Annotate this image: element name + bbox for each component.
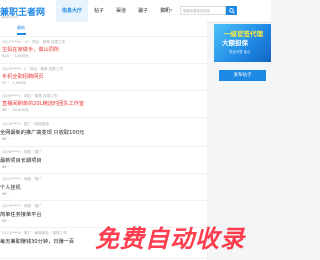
promo-banner[interactable]: 一级官签代理 大额担保 安全可靠 省心 xyxy=(214,24,271,62)
search-input[interactable]: 搜索你要找的信息 xyxy=(180,6,226,15)
list-item-info: ¥8 · · xyxy=(2,219,12,223)
nav-item-channels[interactable]: 渠道 xyxy=(110,0,132,22)
nav-item-scammers[interactable]: 骗子 xyxy=(132,0,154,22)
list-item-title[interactable]: 宝妈在家做手，做山同所 xyxy=(2,46,59,53)
list-item-title[interactable]: 手机全职招聘网页 xyxy=(2,73,44,80)
list-item-meta: QQ:6****3 · 网络 · 推广 xyxy=(2,150,42,154)
list-item-title[interactable]: 每天兼职赚钱30分钟，日赚一百 xyxy=(0,238,74,245)
list-item-title[interactable]: 简单任务接单平台 xyxy=(0,211,42,218)
list-item-meta: QQ:9****7 · 网络 · 推广 xyxy=(2,204,42,208)
search-button[interactable] xyxy=(226,6,237,15)
list-item-title[interactable]: 全网最新的推广高变现 只收取100元 xyxy=(0,129,84,136)
list-item-title[interactable]: 最新项目长期项目 xyxy=(0,157,42,164)
region-select[interactable]: 全部 ▼ xyxy=(160,7,172,13)
promo-banner-subheadline: 大额担保 xyxy=(222,39,248,47)
search-icon xyxy=(228,7,235,14)
nav-item-posts[interactable]: 帖子 xyxy=(88,0,110,22)
tab-latest[interactable]: 最新 xyxy=(17,25,25,31)
list-item[interactable]: QQ:6****3 · 网络 · 推广 最新项目长期项目 ¥8 · · · xyxy=(0,147,207,174)
watermark-overlay: 免费自动收录 xyxy=(95,225,245,253)
listing-tabs: 最新 xyxy=(0,22,207,37)
list-item-title[interactable]: 个人挂机 xyxy=(0,184,21,191)
list-item[interactable]: QQ:4****2 · 推广 · 网络推荐 全网最新的推广高变现 只收取100元… xyxy=(0,118,207,147)
publish-post-button[interactable]: 发布帖子 xyxy=(219,70,266,81)
active-tab-indicator xyxy=(17,33,26,35)
top-navigation-bar: 兼职王者网 jianzhi.com 信息大厅 帖子 渠道 骗子 资讯 APP下载… xyxy=(0,0,271,23)
region-select-value: 全部 xyxy=(160,7,168,12)
list-item[interactable]: QQ:7****6 · 10 · 项目 · 推荐 找零工作 宝妈在家做手，做山同… xyxy=(0,37,207,64)
list-item-meta: QQ:7****6 · 10 · 项目 · 推荐 找零工作 xyxy=(2,40,66,44)
list-item[interactable]: QQ:8****1 · 项目 · 推荐 找零工作 直播间刷单的20L精选时团队工… xyxy=(0,91,207,118)
chevron-down-icon: ▼ xyxy=(170,8,173,12)
list-item-info: ¥7 · · 1,000元 xyxy=(2,81,27,85)
list-item-info: ¥8 · · · xyxy=(2,137,14,141)
list-item[interactable]: QQ:5****9 · 2 · 项目 · 推荐 找零工作 手机全职招聘网页 ¥7… xyxy=(0,64,207,91)
list-item-info: ¥8 · · · xyxy=(2,165,14,169)
site-logo-subtitle: jianzhi.com xyxy=(1,15,19,19)
right-sidebar: 一级官签代理 大额担保 安全可靠 省心 发布帖子 xyxy=(214,24,271,81)
list-item-meta: QQ:4****2 · 推广 · 网络推荐 xyxy=(2,122,50,126)
list-item-info: ¥8 · · 20,000元 xyxy=(2,108,29,112)
nav-item-hall[interactable]: 信息大厅 xyxy=(56,0,89,22)
list-item-info: ¥10 · · 1,000元 xyxy=(2,54,29,58)
list-item-info: ¥8 · · xyxy=(2,192,12,196)
list-item-meta: QQ:8****1 · 项目 · 推荐 找零工作 xyxy=(2,94,58,98)
list-item-meta: QQ:2****0 · 网络 · 推广 xyxy=(2,177,42,181)
promo-banner-caption: 安全可靠 省心 xyxy=(229,50,251,54)
list-item[interactable]: QQ:2****0 · 网络 · 推广 个人挂机 ¥8 · · xyxy=(0,174,207,201)
list-item-title[interactable]: 直播间刷单的20L精选时团队工作室 xyxy=(2,100,84,107)
list-item-meta: QQ:5****9 · 2 · 项目 · 推荐 找零工作 xyxy=(2,67,64,71)
list-item-meta: QQ:3****8 · 推广 · 刷单副业 · 推荐工作 xyxy=(2,231,67,235)
